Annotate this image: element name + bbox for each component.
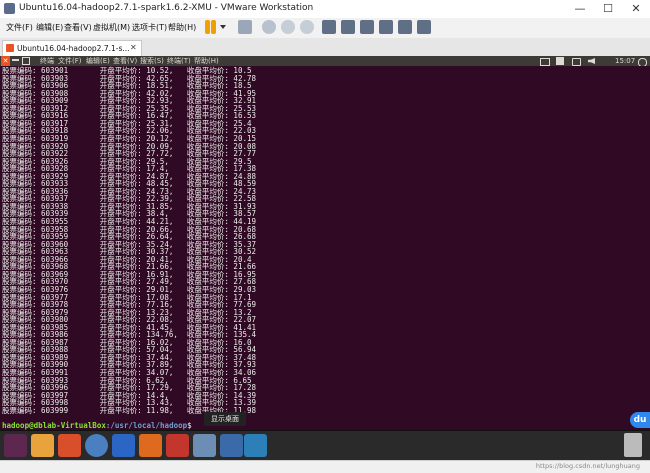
volume-icon[interactable] xyxy=(588,58,595,64)
menu-terminal-app[interactable]: 终端 xyxy=(40,56,54,66)
tab-label: Ubuntu16.04-hadoop2.7.1-s... xyxy=(17,44,130,53)
console-view-icon[interactable] xyxy=(398,20,412,34)
menu-edit[interactable]: 编辑(E) xyxy=(86,56,110,66)
network-icon[interactable] xyxy=(540,58,550,66)
prompt-symbol: $ xyxy=(187,421,192,430)
menu-vm[interactable]: 虚拟机(M) xyxy=(93,22,130,33)
chromium-icon[interactable] xyxy=(85,434,108,457)
menu-file[interactable]: 文件(F) xyxy=(6,22,33,33)
prompt-user: hadoop@dblab-VirtualBox xyxy=(2,421,106,430)
full-screen-icon[interactable] xyxy=(360,20,374,34)
minimize-icon[interactable] xyxy=(12,59,19,61)
library-icon[interactable] xyxy=(322,20,336,34)
firefox-icon[interactable] xyxy=(58,434,81,457)
input-method-icon[interactable] xyxy=(556,57,564,65)
pause-vm-icon[interactable] xyxy=(211,20,216,34)
menu-tabs[interactable]: 选项卡(T) xyxy=(132,22,167,33)
menubar: 文件(F) 编辑(E) 查看(V) 虚拟机(M) 选项卡(T) 帮助(H) xyxy=(0,18,650,39)
terminal-launcher-icon[interactable] xyxy=(244,434,267,457)
revert-snapshot-icon[interactable] xyxy=(281,20,295,34)
tab-close-icon[interactable]: ✕ xyxy=(130,43,137,52)
send-ctrl-alt-del-icon[interactable] xyxy=(238,20,252,34)
ubuntu-dash-icon[interactable] xyxy=(4,434,27,457)
thumbnail-bar-icon[interactable] xyxy=(341,20,355,34)
window-titlebar: Ubuntu16.04-hadoop2.7.1-spark1.6.2-XMU -… xyxy=(0,0,650,19)
writer-icon[interactable] xyxy=(112,434,135,457)
menu-file[interactable]: 文件(F) xyxy=(58,56,82,66)
ubuntu-launcher xyxy=(0,430,650,460)
vmware-app-icon xyxy=(4,3,15,14)
maximize-icon[interactable] xyxy=(22,57,30,65)
vm-tabbar: Ubuntu16.04-hadoop2.7.1-s... ✕ xyxy=(0,38,650,57)
menu-search[interactable]: 搜索(S) xyxy=(140,56,164,66)
files-icon[interactable] xyxy=(31,434,54,457)
snapshot-manager-icon[interactable] xyxy=(300,20,314,34)
maximize-button[interactable]: ☐ xyxy=(594,0,622,18)
terminal-output[interactable]: 股票编码: 603901 开盘平均价: 10.52, 收盘平均价: 10.5 股票… xyxy=(0,66,650,431)
tab-ubuntu-vm[interactable]: Ubuntu16.04-hadoop2.7.1-s... ✕ xyxy=(2,40,142,57)
guest-screen[interactable]: ✕ 终端 文件(F) 编辑(E) 查看(V) 搜索(S) 终端(T) 帮助(H)… xyxy=(0,56,650,460)
window-title: Ubuntu16.04-hadoop2.7.1-spark1.6.2-XMU -… xyxy=(19,3,314,13)
menu-help[interactable]: 帮助(H) xyxy=(194,56,219,66)
watermark: https://blog.csdn.net/lunghuang xyxy=(535,462,640,470)
battery-icon[interactable] xyxy=(572,58,581,66)
settings-icon[interactable] xyxy=(193,434,216,457)
minimize-button[interactable]: — xyxy=(566,0,594,18)
du-badge[interactable]: du xyxy=(630,412,650,428)
software-center-icon[interactable] xyxy=(166,434,189,457)
menu-terminal[interactable]: 终端(T) xyxy=(167,56,191,66)
ubuntu-topbar: ✕ 终端 文件(F) 编辑(E) 查看(V) 搜索(S) 终端(T) 帮助(H)… xyxy=(0,56,650,67)
close-button[interactable]: ✕ xyxy=(622,0,650,18)
workspace-icon[interactable] xyxy=(220,434,243,457)
trash-icon[interactable] xyxy=(624,433,642,457)
clock[interactable]: 15:07 xyxy=(615,56,635,66)
menu-help[interactable]: 帮助(H) xyxy=(168,22,196,33)
show-desktop-tooltip: 显示桌面 xyxy=(204,412,246,426)
chevron-down-icon[interactable] xyxy=(220,25,226,29)
terminal-close-icon[interactable]: ✕ xyxy=(1,56,10,66)
vm-icon xyxy=(6,44,14,52)
menu-view[interactable]: 查看(V) xyxy=(64,22,92,33)
impress-icon[interactable] xyxy=(139,434,162,457)
menu-edit[interactable]: 编辑(E) xyxy=(36,22,63,33)
unity-icon[interactable] xyxy=(379,20,393,34)
snapshot-icon[interactable] xyxy=(262,20,276,34)
stretch-guest-icon[interactable] xyxy=(417,20,431,34)
prompt-path: :/usr/local/hadoop xyxy=(105,421,188,430)
menu-view[interactable]: 查看(V) xyxy=(113,56,137,66)
statusbar: https://blog.csdn.net/lunghuang xyxy=(0,460,650,473)
